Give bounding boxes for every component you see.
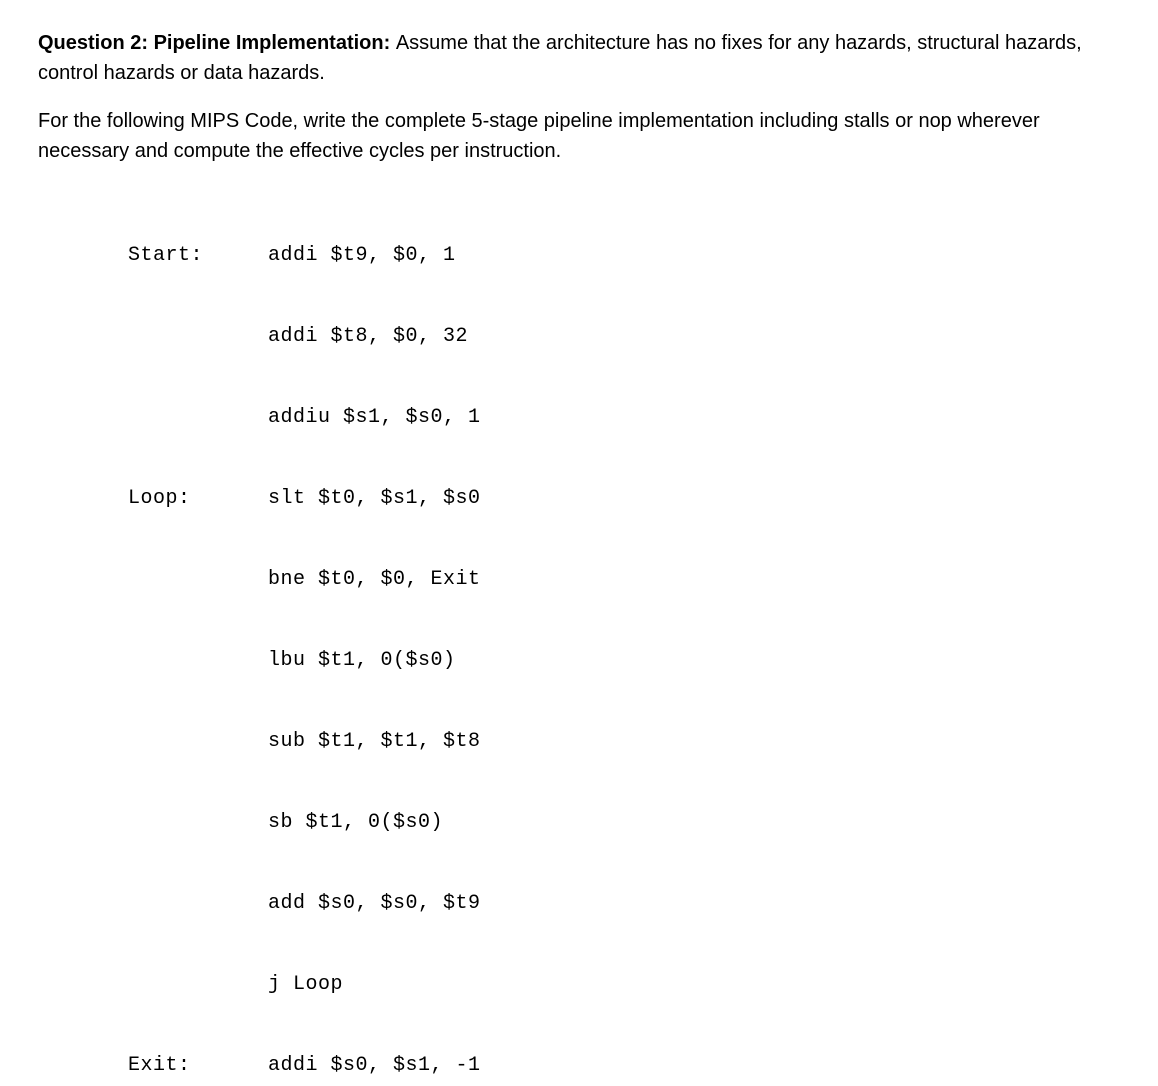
code-line: Loop:slt $t0, $s1, $s0 <box>128 485 1120 512</box>
code-label <box>128 404 268 431</box>
question-header: Question 2: Pipeline Implementation: Ass… <box>38 28 1120 88</box>
code-instruction: add $s0, $s0, $t9 <box>268 890 481 917</box>
code-label <box>128 971 268 998</box>
code-line: bne $t0, $0, Exit <box>128 566 1120 593</box>
code-label <box>128 566 268 593</box>
code-label: Loop: <box>128 485 268 512</box>
code-instruction: slt $t0, $s1, $s0 <box>268 485 481 512</box>
code-line: sb $t1, 0($s0) <box>128 809 1120 836</box>
code-label <box>128 890 268 917</box>
question-instruction: For the following MIPS Code, write the c… <box>38 106 1120 166</box>
question-title-bold: Question 2: Pipeline Implementation: <box>38 32 396 54</box>
code-line: Start:addi $t9, $0, 1 <box>128 242 1120 269</box>
code-instruction: addi $t9, $0, 1 <box>268 242 456 269</box>
code-line: add $s0, $s0, $t9 <box>128 890 1120 917</box>
code-instruction: j Loop <box>268 971 343 998</box>
code-line: sub $t1, $t1, $t8 <box>128 728 1120 755</box>
code-line: lbu $t1, 0($s0) <box>128 647 1120 674</box>
code-instruction: addi $t8, $0, 32 <box>268 323 468 350</box>
code-instruction: sb $t1, 0($s0) <box>268 809 443 836</box>
code-line: j Loop <box>128 971 1120 998</box>
mips-code-block: Start:addi $t9, $0, 1 addi $t8, $0, 32 a… <box>38 188 1120 1086</box>
code-instruction: addiu $s1, $s0, 1 <box>268 404 481 431</box>
code-instruction: bne $t0, $0, Exit <box>268 566 481 593</box>
code-label: Exit: <box>128 1052 268 1079</box>
code-line: addi $t8, $0, 32 <box>128 323 1120 350</box>
code-instruction: lbu $t1, 0($s0) <box>268 647 456 674</box>
code-label <box>128 647 268 674</box>
code-label <box>128 728 268 755</box>
code-instruction: sub $t1, $t1, $t8 <box>268 728 481 755</box>
code-label <box>128 323 268 350</box>
code-line: addiu $s1, $s0, 1 <box>128 404 1120 431</box>
code-line: Exit:addi $s0, $s1, -1 <box>128 1052 1120 1079</box>
code-label <box>128 809 268 836</box>
code-instruction: addi $s0, $s1, -1 <box>268 1052 481 1079</box>
code-label: Start: <box>128 242 268 269</box>
